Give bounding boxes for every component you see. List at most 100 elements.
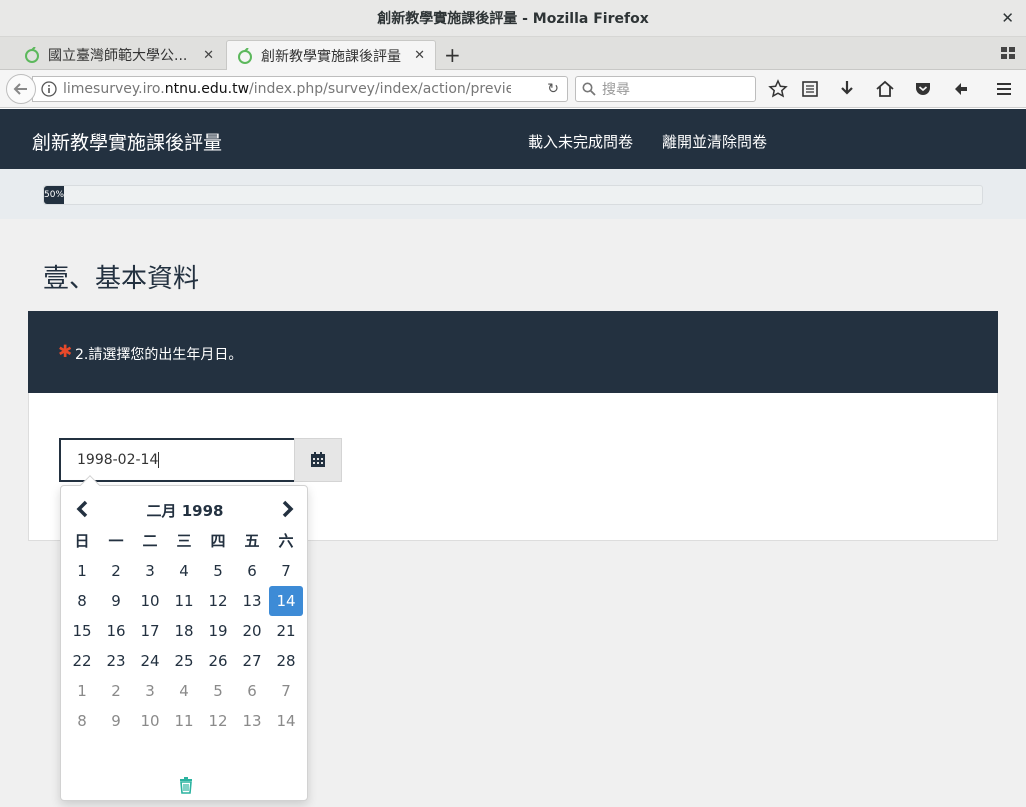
search-icon [582, 82, 596, 96]
calendar-day-next-month[interactable]: 8 [65, 706, 99, 736]
back-button[interactable] [6, 74, 36, 104]
bookmark-star-icon[interactable] [768, 79, 788, 99]
weekday-label: 二 [142, 532, 158, 550]
calendar-day[interactable]: 16 [99, 616, 133, 646]
home-icon[interactable] [875, 79, 895, 99]
new-tab-button[interactable]: + [444, 43, 461, 67]
calendar-day[interactable]: 6 [235, 556, 269, 586]
calendar-day-next-month[interactable]: 11 [167, 706, 201, 736]
calendar-day[interactable]: 10 [133, 586, 167, 616]
required-mark: ✱ [58, 342, 73, 362]
calendar-day-next-month[interactable]: 7 [269, 676, 303, 706]
menu-hamburger-icon[interactable] [994, 79, 1014, 99]
url-bar[interactable]: limesurvey.iro.ntnu.edu.tw/index.php/sur… [32, 76, 568, 102]
calendar-day[interactable]: 20 [235, 616, 269, 646]
calendar-day-next-month[interactable]: 9 [99, 706, 133, 736]
birthdate-input[interactable]: 1998-02-14 [59, 438, 296, 482]
info-icon[interactable] [41, 81, 57, 97]
calendar-day[interactable]: 11 [167, 586, 201, 616]
progress-fill: 50% [44, 186, 64, 204]
weekday-header-row: 日一二三四五六 [65, 526, 305, 556]
calendar-day[interactable]: 27 [235, 646, 269, 676]
calendar-day[interactable]: 19 [201, 616, 235, 646]
weekday-label: 六 [278, 532, 294, 550]
calendar-day-next-month[interactable]: 3 [133, 676, 167, 706]
calendar-day[interactable]: 8 [65, 586, 99, 616]
calendar-day[interactable]: 22 [65, 646, 99, 676]
reading-list-icon[interactable] [800, 79, 820, 99]
tab-list-icon[interactable] [1000, 45, 1016, 61]
tab-strip: 國立臺灣師範大學公... ✕ 創新教學實施課後評量 ✕ + [0, 37, 1026, 70]
calendar-day-next-month[interactable]: 10 [133, 706, 167, 736]
weekday-label: 四 [210, 532, 226, 550]
calendar-week-row: 8 9 10 11 12 13 14 [65, 706, 305, 736]
weekday-label: 一 [108, 532, 124, 550]
calendar-day[interactable]: 26 [201, 646, 235, 676]
datepicker-popup: 二月 1998 日一二三四五六 1 2 3 4 5 6 7 8 9 10 11 12 13 14 15 16 17… [60, 475, 309, 801]
calendar-day[interactable]: 17 [133, 616, 167, 646]
calendar-day[interactable]: 18 [167, 616, 201, 646]
calendar-day[interactable]: 21 [269, 616, 303, 646]
search-input[interactable]: 搜尋 [575, 76, 756, 102]
weekday-label: 五 [244, 532, 260, 550]
calendar-day[interactable]: 28 [269, 646, 303, 676]
browser-window: 創新教學實施課後評量 - Mozilla Firefox ✕ 國立臺灣師範大學公… [0, 0, 1026, 807]
survey-title[interactable]: 創新教學實施課後評量 [32, 128, 222, 155]
calendar-grid: 日一二三四五六 1 2 3 4 5 6 7 8 9 10 11 12 13 14 15 16 17 18 19 20 21… [65, 526, 305, 736]
tab-ntnu[interactable]: 國立臺灣師範大學公... ✕ [14, 40, 224, 70]
calendar-week-row: 1234567 [65, 556, 305, 586]
window-close-button[interactable]: ✕ [1001, 9, 1014, 27]
calendar-day-next-month[interactable]: 4 [167, 676, 201, 706]
url-text[interactable]: limesurvey.iro.ntnu.edu.tw/index.php/sur… [63, 81, 511, 97]
calendar-week-row: 1234567 [65, 676, 305, 706]
exit-clear-link[interactable]: 離開並清除問卷 [662, 131, 767, 152]
progress-label: 50% [44, 190, 65, 200]
weekday-label: 日 [74, 532, 90, 550]
calendar-day[interactable]: 25 [167, 646, 201, 676]
calendar-day-next-month[interactable]: 5 [201, 676, 235, 706]
calendar-day[interactable]: 7 [269, 556, 303, 586]
calendar-day[interactable]: 12 [201, 586, 235, 616]
calendar-week-row: 8 9 10 11 12 13 14 [65, 586, 305, 616]
month-label[interactable]: 二月 1998 [61, 500, 309, 521]
calendar-day[interactable]: 15 [65, 616, 99, 646]
calendar-day[interactable]: 5 [201, 556, 235, 586]
survey-content: 壹、基本資料 ✱ 2.請選擇您的出生年月日。 1998-02-14 二月 199… [0, 219, 1026, 807]
next-month-button[interactable] [277, 498, 299, 520]
calendar-day-next-month[interactable]: 2 [99, 676, 133, 706]
back-arrow-icon [13, 83, 27, 95]
load-unfinished-link[interactable]: 載入未完成問卷 [528, 131, 633, 152]
calendar-day-next-month[interactable]: 6 [235, 676, 269, 706]
calendar-day-next-month[interactable]: 1 [65, 676, 99, 706]
survey-header: 創新教學實施課後評量 載入未完成問卷 離開並清除問卷 [0, 109, 1026, 169]
tab-close-button[interactable]: ✕ [414, 48, 425, 63]
tab-label: 國立臺灣師範大學公... [48, 48, 188, 64]
clear-trash-icon[interactable] [177, 776, 195, 794]
calendar-day[interactable]: 23 [99, 646, 133, 676]
sync-icon[interactable] [951, 79, 971, 99]
calendar-day[interactable]: 4 [167, 556, 201, 586]
calendar-day[interactable]: 24 [133, 646, 167, 676]
limesurvey-favicon-icon [25, 47, 39, 63]
calendar-icon [311, 452, 325, 467]
chevron-right-icon [282, 500, 294, 518]
calendar-day[interactable]: 2 [99, 556, 133, 586]
download-icon[interactable] [837, 79, 857, 99]
progress-bar: 50% [43, 185, 983, 205]
weekday-label: 三 [176, 532, 192, 550]
pocket-icon[interactable] [913, 79, 933, 99]
tab-survey[interactable]: 創新教學實施課後評量 ✕ [226, 40, 436, 70]
calendar-day[interactable]: 3 [133, 556, 167, 586]
calendar-day-selected[interactable]: 14 [269, 586, 303, 616]
calendar-day-next-month[interactable]: 13 [235, 706, 269, 736]
calendar-day-next-month[interactable]: 12 [201, 706, 235, 736]
window-title: 創新教學實施課後評量 - Mozilla Firefox [377, 11, 649, 27]
reload-button[interactable]: ↻ [547, 81, 559, 97]
calendar-day[interactable]: 1 [65, 556, 99, 586]
group-title: 壹、基本資料 [43, 264, 200, 294]
calendar-day-next-month[interactable]: 14 [269, 706, 303, 736]
calendar-day[interactable]: 9 [99, 586, 133, 616]
tab-close-button[interactable]: ✕ [203, 48, 214, 63]
calendar-day[interactable]: 13 [235, 586, 269, 616]
calendar-button[interactable] [294, 438, 342, 482]
